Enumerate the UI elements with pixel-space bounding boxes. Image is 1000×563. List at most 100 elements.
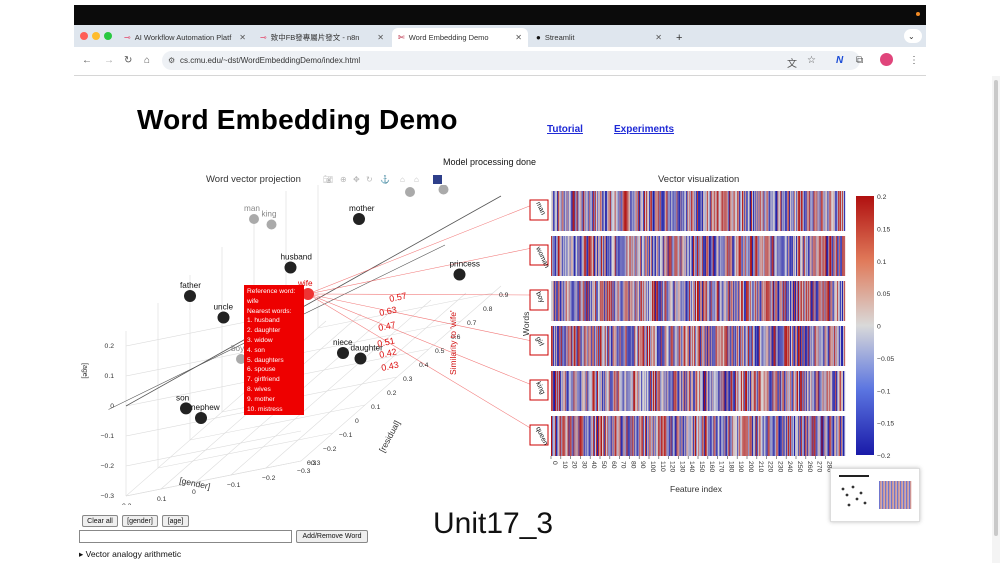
heatmap-cell	[715, 191, 717, 231]
age-button[interactable]: [age]	[162, 515, 189, 527]
orbit-icon[interactable]: ↻	[366, 175, 373, 184]
url-bar[interactable]: ⚙ cs.cmu.edu/~dst/WordEmbeddingDemo/inde…	[162, 51, 860, 70]
heatmap-cell	[806, 416, 808, 456]
heatmap-cell	[567, 326, 569, 366]
heatmap-cell	[562, 191, 564, 231]
heatmap-cell	[566, 281, 568, 321]
heatmap-cell	[646, 281, 648, 321]
heatmap-cell	[712, 416, 714, 456]
tab-streamlit[interactable]: ● Streamlit ✕	[530, 28, 668, 47]
heatmap-cell	[637, 281, 639, 321]
close-tab-icon[interactable]: ✕	[239, 33, 246, 42]
menu-kebab-icon[interactable]: ⋮	[909, 55, 919, 66]
new-tab-button[interactable]: +	[670, 28, 690, 47]
heatmap-cell	[814, 236, 816, 276]
heatmap-cell	[661, 191, 663, 231]
heatmap-cell	[747, 326, 749, 366]
heatmap-cell	[582, 236, 584, 276]
close-tab-icon[interactable]: ✕	[515, 33, 522, 42]
heatmap-cell	[800, 371, 803, 411]
heatmap-cell	[803, 416, 805, 456]
heatmap-cell	[836, 191, 838, 231]
experiments-link[interactable]: Experiments	[614, 124, 674, 135]
gender-button[interactable]: [gender]	[122, 515, 158, 527]
heatmap-cell	[636, 281, 638, 321]
reload-icon[interactable]: ↻	[124, 55, 132, 66]
heatmap-cell	[624, 281, 626, 321]
page-scrollbar[interactable]	[992, 76, 1000, 563]
minimize-window-button[interactable]	[92, 32, 100, 40]
extension-n-icon[interactable]: N	[836, 55, 843, 66]
scrollbar-thumb[interactable]	[994, 80, 998, 536]
heatmap-cell	[747, 236, 750, 276]
heatmap-cell	[625, 371, 627, 411]
heatmap-cell	[812, 416, 814, 456]
heatmap-cell	[736, 236, 738, 276]
heatmap-cell	[753, 371, 755, 411]
close-tab-icon[interactable]: ✕	[377, 33, 384, 42]
pan-icon[interactable]: ✥	[353, 175, 360, 184]
heatmap-cell	[804, 371, 806, 411]
preview-thumbnail[interactable]	[830, 468, 920, 522]
heatmap-cell	[605, 416, 608, 456]
tab-ai-workflow[interactable]: ⊸ AI Workflow Automation Platf ✕	[118, 28, 252, 47]
heatmap-cell	[721, 281, 723, 321]
heatmap-cell	[582, 416, 584, 456]
heatmap-cell	[843, 326, 845, 366]
heatmap-cell	[739, 191, 741, 231]
extensions-puzzle-icon[interactable]: ⧉	[856, 55, 863, 66]
heatmap-cell	[551, 281, 553, 321]
heatmap-cell	[565, 326, 567, 366]
turntable-icon[interactable]: ⚓	[380, 175, 390, 184]
zoom-icon[interactable]: ⊕	[340, 175, 347, 184]
heatmap-cell	[815, 191, 817, 231]
heatmap-cell	[777, 326, 779, 366]
heatmap-cell	[805, 281, 807, 321]
word-input[interactable]	[79, 530, 292, 543]
vector-analogy-toggle[interactable]: ▸ Vector analogy arithmetic	[79, 549, 181, 560]
heatmap-cell	[669, 236, 671, 276]
home-icon[interactable]: ⌂	[144, 55, 150, 66]
heatmap-cell	[572, 236, 574, 276]
close-window-button[interactable]	[80, 32, 88, 40]
profile-avatar[interactable]	[880, 53, 893, 66]
heatmap-cell	[818, 326, 820, 366]
word-label: nephew	[191, 403, 220, 412]
heatmap-cell	[689, 236, 691, 276]
x-tick-label: 190	[737, 461, 744, 473]
heatmap-cell	[683, 281, 685, 321]
forward-icon[interactable]: →	[104, 55, 114, 66]
site-info-icon[interactable]: ⚙	[168, 56, 175, 65]
heatmap-cell	[825, 191, 827, 231]
reset-camera-icon[interactable]: ⌂	[414, 175, 419, 184]
camera-icon[interactable]: 📷︎	[323, 175, 333, 184]
projection-plot[interactable]: daughterniecenephewprincessprincesonboyw…	[74, 185, 554, 505]
plotly-logo-icon[interactable]	[433, 175, 442, 184]
heatmap-cell	[629, 236, 631, 276]
heatmap-cell	[558, 326, 560, 366]
heatmap-cell	[804, 281, 806, 321]
vector-heatmap[interactable]: Words manwomanboygirlkingqueen 0 10 20 30 40…	[515, 186, 915, 496]
tab-word-embedding[interactable]: ✄ Word Embedding Demo ✕	[392, 28, 528, 47]
back-icon[interactable]: ←	[82, 55, 92, 66]
heatmap-cell	[838, 416, 840, 456]
tutorial-link[interactable]: Tutorial	[547, 124, 583, 135]
bookmark-star-icon[interactable]: ☆	[807, 55, 816, 66]
heatmap-cell	[676, 281, 678, 321]
heatmap-cell	[743, 281, 745, 321]
clear-all-button[interactable]: Clear all	[82, 515, 118, 527]
thumb-stripe	[898, 481, 900, 509]
heatmap-cell	[704, 416, 706, 456]
tab-search-button[interactable]: ⌄	[904, 29, 922, 43]
home-icon[interactable]: ⌂	[400, 175, 405, 184]
zoom-window-button[interactable]	[104, 32, 112, 40]
heatmap-cell	[679, 281, 681, 321]
translate-icon[interactable]: ⽂	[787, 55, 797, 70]
heatmap-cell	[843, 236, 845, 276]
heatmap-cell	[771, 371, 773, 411]
close-tab-icon[interactable]: ✕	[655, 33, 662, 42]
heatmap-cell	[682, 416, 684, 456]
add-remove-word-button[interactable]: Add/Remove Word	[296, 530, 368, 543]
heatmap-cell	[739, 281, 741, 321]
tab-n8n-fb[interactable]: ⊸ 致中FB發專屬片發文 - n8n ✕	[254, 28, 390, 47]
